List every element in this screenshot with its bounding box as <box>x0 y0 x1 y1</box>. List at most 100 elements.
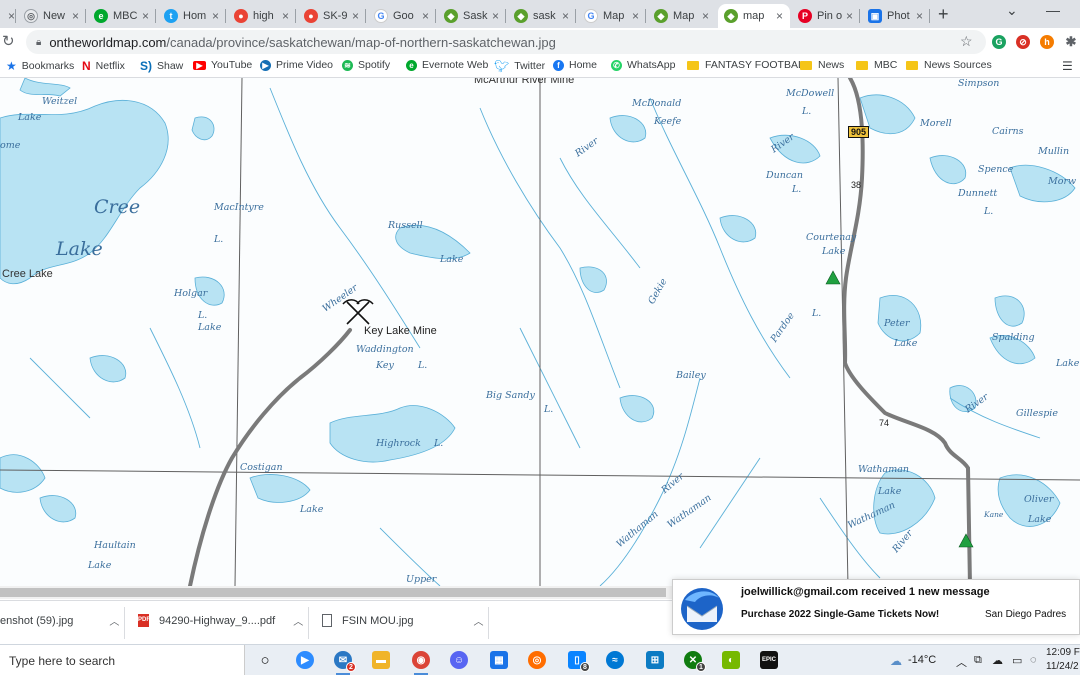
battery-icon[interactable]: ▭ <box>1012 654 1022 667</box>
network-icon[interactable]: ◌ <box>1030 654 1037 666</box>
taskbar-search-box[interactable]: Type here to search <box>0 645 245 675</box>
extension-grammarly-icon[interactable]: G <box>992 35 1006 49</box>
tab-sask-map[interactable]: ◆ Sask × <box>438 4 506 28</box>
label-lake: Lake <box>88 560 112 571</box>
extensions-puzzle-icon[interactable]: ✱ <box>1064 34 1078 49</box>
task-view-icon[interactable]: ○ <box>256 651 274 669</box>
download-item-pdf[interactable]: PDF 94290-Highway_9....pdf ︿ <box>138 613 303 628</box>
tab-close-icon[interactable]: × <box>352 9 362 23</box>
bookmark-folder-news[interactable]: News <box>800 59 844 71</box>
label-lake: Lake <box>878 486 902 497</box>
bookmark-shaw[interactable]: S) Shaw <box>140 59 183 73</box>
scrollbar-thumb[interactable] <box>0 588 666 597</box>
chrome-icon[interactable]: ◉ <box>412 651 430 675</box>
bookmark-label: Evernote Web <box>422 59 489 71</box>
store-icon[interactable]: ⊞ <box>646 651 664 669</box>
notification-badge: 1 <box>696 662 706 672</box>
tab-twitter-home[interactable]: t Hom × <box>158 4 226 28</box>
tab-google[interactable]: G Goo × <box>368 4 436 28</box>
thunderbird-taskbar-icon[interactable]: ✉ 2 <box>334 651 356 675</box>
tab-close-icon[interactable]: × <box>422 9 432 23</box>
system-clock[interactable]: 12:09 F 11/24/2 <box>1046 646 1080 674</box>
bookmark-netflix[interactable]: N Netflix <box>82 59 125 73</box>
chevron-up-icon[interactable]: ︿ <box>109 613 119 628</box>
tab-map-site[interactable]: ◆ Map × <box>648 4 716 28</box>
address-bar[interactable]: 🔒︎ ontheworldmap.com/canada/province/sas… <box>26 30 986 54</box>
label-l: L. <box>792 184 802 195</box>
tab-close-icon[interactable]: × <box>916 9 926 23</box>
tab-active-map[interactable]: ◆ map × <box>718 4 790 28</box>
bookmark-star-icon[interactable]: ☆ <box>960 33 973 50</box>
bookmark-twitter[interactable]: 🐦︎ Twitter <box>494 59 545 73</box>
lock-icon[interactable]: 🔒︎ <box>36 37 41 48</box>
bookmark-folder-fantasy-football[interactable]: FANTASY FOOTBALL <box>687 59 810 71</box>
tab-close-icon[interactable]: × <box>846 9 856 23</box>
road-distance-38: 38 <box>851 180 862 190</box>
new-tab-button[interactable]: + <box>938 4 949 25</box>
reading-list-icon[interactable]: ☰ <box>1062 59 1073 73</box>
tab-partial[interactable]: × <box>0 4 16 28</box>
podcast-icon[interactable]: ◎ <box>528 651 546 669</box>
phone-link-icon[interactable]: ▯ 8 <box>568 651 590 672</box>
label-mullin: Mullin <box>1038 146 1070 157</box>
notification-subject: Purchase 2022 Single-Game Tickets Now! <box>741 609 940 620</box>
tab-pinterest[interactable]: P Pin o × <box>792 4 860 28</box>
extension-lastpass-icon[interactable]: ⊘ <box>1016 35 1030 49</box>
tab-mbc[interactable]: e MBC × <box>88 4 156 28</box>
bookmark-evernote[interactable]: e Evernote Web <box>406 59 488 71</box>
horizontal-scrollbar[interactable] <box>0 586 680 599</box>
chevron-up-icon[interactable]: ︿ <box>474 613 484 628</box>
email-notification-toast[interactable]: joelwillick@gmail.com received 1 new mes… <box>672 579 1080 635</box>
tab-close-icon[interactable]: × <box>142 9 152 23</box>
tab-close-icon[interactable]: × <box>562 9 572 23</box>
tab-close-icon[interactable]: × <box>8 9 16 23</box>
tab-close-icon[interactable]: × <box>72 9 82 23</box>
tab-close-icon[interactable]: × <box>632 9 642 23</box>
tab-close-icon[interactable]: × <box>282 9 292 23</box>
bookmark-prime-video[interactable]: ▶ Prime Video <box>260 59 333 71</box>
zoom-icon[interactable]: ▶ <box>296 651 314 669</box>
tab-maps-highway[interactable]: ● high × <box>228 4 296 28</box>
discord-icon[interactable]: ☺ <box>450 651 468 669</box>
reload-icon[interactable]: ↻ <box>2 32 15 50</box>
bookmark-whatsapp[interactable]: ✆ WhatsApp <box>611 59 675 71</box>
epic-games-icon[interactable]: EPIC <box>760 651 778 669</box>
label-weitzel: Weitzel <box>42 96 78 107</box>
tab-new[interactable]: ◎ New × <box>18 4 86 28</box>
bookmark-bookmarks[interactable]: ★ Bookmarks <box>6 59 74 73</box>
tab-close-icon[interactable]: × <box>212 9 222 23</box>
nvidia-icon[interactable]: ◐ <box>722 651 740 669</box>
bookmark-facebook-home[interactable]: f Home <box>553 59 597 71</box>
cloud-icon[interactable]: ☁ <box>992 654 1003 667</box>
tab-google-maps[interactable]: G Map × <box>578 4 646 28</box>
facebook-icon: f <box>553 59 564 71</box>
tab-photos[interactable]: ▣ Phot × <box>862 4 930 28</box>
tab-close-icon[interactable]: × <box>702 9 712 23</box>
tab-search-icon[interactable]: ⌄ <box>1006 2 1018 19</box>
tab-label: high <box>253 10 274 22</box>
bookmarks-bar: ★ Bookmarks N Netflix S) Shaw ▶ YouTube ▶ Pri… <box>0 56 1080 78</box>
map-image[interactable]: McArthur River Mine Weitzel Lake ome Cre… <box>0 78 1080 586</box>
tab-close-icon[interactable]: × <box>492 9 502 23</box>
chevron-up-icon[interactable]: ︿ <box>293 613 303 628</box>
bookmark-folder-mbc[interactable]: MBC <box>856 59 897 71</box>
tab-maps-sk9[interactable]: ● SK-9 × <box>298 4 366 28</box>
bookmark-youtube[interactable]: ▶ YouTube <box>193 59 252 71</box>
calendar-icon[interactable]: ▦ <box>490 651 508 669</box>
edge-icon[interactable]: ≈ <box>606 651 624 669</box>
weather-icon[interactable]: ☁ <box>890 654 902 668</box>
label-lake: Lake <box>198 322 222 333</box>
bookmark-spotify[interactable]: ≋ Spotify <box>342 59 390 71</box>
extension-honey-icon[interactable]: h <box>1040 35 1054 49</box>
camera-icon[interactable]: ⧉ <box>974 654 982 667</box>
bookmark-folder-news-sources[interactable]: News Sources <box>906 59 992 71</box>
chevron-up-icon[interactable]: ︿ <box>956 654 967 670</box>
file-explorer-icon[interactable]: ▬ <box>372 651 390 669</box>
download-item-screenshot[interactable]: enshot (59).jpg ︿ <box>0 613 119 629</box>
download-item-fsin[interactable]: FSIN MOU.jpg ︿ <box>322 613 484 628</box>
xbox-icon[interactable]: ✕ 1 <box>684 651 706 672</box>
minimize-icon[interactable]: — <box>1046 2 1060 18</box>
tab-close-icon[interactable]: × <box>776 9 786 23</box>
tab-sask-map-2[interactable]: ◆ sask × <box>508 4 576 28</box>
temperature[interactable]: -14°C <box>908 654 936 666</box>
